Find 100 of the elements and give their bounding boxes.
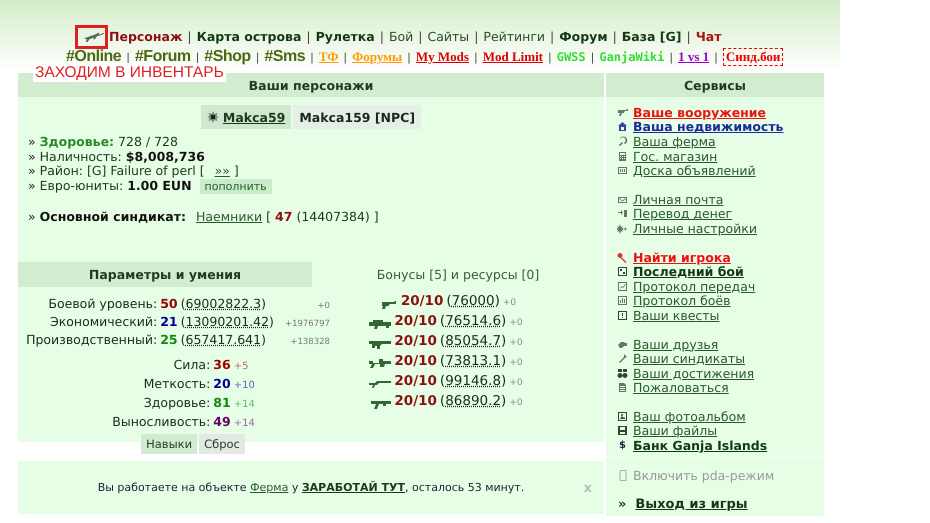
separator: | xyxy=(256,50,260,64)
experience-value: (69002822.3) xyxy=(180,296,267,311)
chart-icon xyxy=(617,280,628,292)
separator: | xyxy=(418,29,423,44)
character-tab[interactable]: Makca159 [NPC] xyxy=(293,105,422,129)
service-link[interactable]: Гос. магазин xyxy=(633,148,718,164)
separator: | xyxy=(474,29,478,44)
link[interactable]: Наемники xyxy=(196,210,262,224)
experience-value: (76514.6) xyxy=(440,313,506,329)
service-link[interactable]: Ваша ферма xyxy=(633,134,716,149)
bullet: » xyxy=(28,178,36,193)
attribute-label: Меткость: xyxy=(142,375,210,392)
experience-value: (73813.1) xyxy=(440,353,506,369)
service-link[interactable]: Ваши достижения xyxy=(633,366,754,381)
bonus-level: 20/10 xyxy=(394,393,437,409)
service-link[interactable]: Доска объявлений xyxy=(633,163,756,178)
tab[interactable]: Параметры и умения xyxy=(18,262,312,287)
skill-button[interactable]: Навыки xyxy=(141,434,198,454)
attribute-value: 20 xyxy=(212,375,232,392)
separator: | xyxy=(669,50,674,64)
separator: | xyxy=(187,29,192,44)
service-link[interactable]: Ваши квесты xyxy=(633,308,720,323)
delta-value: +0 xyxy=(509,318,523,328)
attribute-value: 36 xyxy=(212,356,232,373)
nav-link[interactable]: Карта острова xyxy=(196,29,302,44)
separator: | xyxy=(380,29,384,44)
separator: | xyxy=(196,50,200,64)
service-link[interactable]: Личные настройки xyxy=(633,220,757,236)
bar-chart-icon xyxy=(617,295,628,306)
nav-link[interactable]: Персонаж xyxy=(109,29,182,44)
attribute-value: 49 xyxy=(212,413,232,430)
service-link[interactable]: Протокол боёв xyxy=(633,293,730,308)
service-link[interactable]: Ваша недвижимость xyxy=(633,119,784,134)
nav-link[interactable]: Рулетка xyxy=(316,29,375,44)
separator: | xyxy=(343,50,348,64)
separator: | xyxy=(612,29,617,44)
alert-icon xyxy=(617,310,628,321)
nav-link[interactable]: #Shop xyxy=(204,48,251,66)
link[interactable]: ЗАРАБОТАЙ ТУТ xyxy=(302,481,406,494)
nav-link[interactable]: Бой xyxy=(388,29,414,44)
separator: | xyxy=(548,50,552,64)
level-label: Экономический: xyxy=(48,314,158,329)
service-link[interactable]: Пожаловаться xyxy=(633,380,729,396)
link[interactable]: Ферма xyxy=(250,481,288,494)
bullet: » xyxy=(28,150,36,164)
delta-value: +0 xyxy=(509,338,523,348)
delta-value: +0 xyxy=(316,300,330,313)
link[interactable]: »» xyxy=(214,164,230,178)
service-link[interactable]: Найти игрока xyxy=(633,250,731,265)
badge-icon xyxy=(206,111,219,123)
nav-link[interactable]: #Online xyxy=(66,48,122,66)
service-link[interactable]: Ваши файлы xyxy=(633,423,718,438)
nav-link[interactable]: Форум xyxy=(559,29,608,44)
experience-value: (85054.7) xyxy=(440,333,506,349)
bullet: » xyxy=(28,210,36,224)
floppy-icon xyxy=(617,425,628,436)
nav-link[interactable]: Mod Limit xyxy=(482,49,544,65)
rifle-icon[interactable] xyxy=(84,32,104,42)
logout-link[interactable]: Выход из игры xyxy=(635,496,748,512)
service-link[interactable]: Последний бой xyxy=(633,264,744,280)
annotation-text: ЗАХОДИМ В ИНВЕНТАРЬ xyxy=(33,63,226,82)
tab[interactable]: Бонусы [5] и ресурсы [0] xyxy=(312,262,604,287)
nav-link[interactable]: Рейтинги xyxy=(483,29,546,44)
nav-link[interactable]: #Sms xyxy=(264,48,306,66)
service-link[interactable]: Ваши синдикаты xyxy=(633,351,746,366)
service-link[interactable]: Ваши друзья xyxy=(633,336,718,352)
service-link[interactable]: Личная почта xyxy=(633,192,724,207)
experience-value: (13090201.42) xyxy=(180,314,274,329)
service-link[interactable]: Перевод денег xyxy=(633,206,732,222)
service-link[interactable]: Протокол передач xyxy=(633,278,756,294)
top-up-button[interactable]: пополнить xyxy=(200,178,272,194)
delta-value: +0 xyxy=(509,378,523,388)
nav-link[interactable]: База [G] xyxy=(622,29,682,44)
bonus-level: 20/10 xyxy=(400,293,444,309)
phone-icon xyxy=(619,470,627,481)
stat-text: (14407384) ] xyxy=(296,210,379,224)
service-link[interactable]: Ваше вооружение xyxy=(633,104,766,120)
stat-value: $8,008,736 xyxy=(126,150,205,164)
delta-value: +0 xyxy=(509,358,523,368)
nav-link[interactable]: My Mods xyxy=(416,49,469,65)
nav-link[interactable]: Чат xyxy=(696,29,722,44)
nav-link[interactable]: Сайты xyxy=(428,29,470,44)
sickle-icon xyxy=(617,136,628,147)
bonus-level: 20/10 xyxy=(394,353,437,369)
service-link[interactable]: Ваш фотоальбом xyxy=(633,408,746,424)
stat-text: Район: [G] Failure of perl [ xyxy=(40,164,205,178)
highlight-frame xyxy=(75,25,108,49)
bonus-level: 20/10 xyxy=(394,333,437,349)
separator: | xyxy=(407,50,411,64)
skill-button[interactable]: Сброс xyxy=(199,434,245,454)
attribute-value: 81 xyxy=(212,394,232,411)
level-value: 25 xyxy=(159,332,179,347)
nav-link[interactable]: Синд.бои xyxy=(722,48,784,66)
character-tab[interactable]: Makca59 xyxy=(200,105,292,129)
nav-link[interactable]: 1 vs 1 xyxy=(678,49,710,65)
service-link[interactable]: Банк Ganja Islands xyxy=(633,438,768,454)
delta-value: +138328 xyxy=(289,336,330,349)
nav-link[interactable]: #Forum xyxy=(134,48,191,66)
attribute-label: Выносливость: xyxy=(112,413,210,430)
notice-text: Вы работаете на объекте Ферма у ЗАРАБОТАЙ ТУТ, осталось 53 минут. xyxy=(98,481,524,494)
